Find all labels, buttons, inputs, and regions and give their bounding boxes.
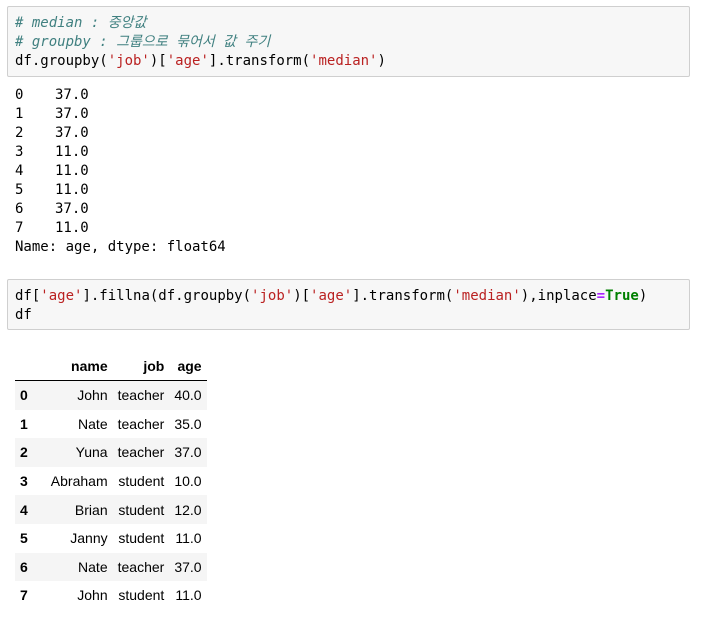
string-token: 'median' (310, 53, 378, 69)
code-token: df[ (15, 288, 41, 304)
row-index: 5 (20, 530, 28, 547)
series-value: 37.0 (55, 106, 89, 122)
code-token: ].transform( (352, 288, 454, 304)
code-line-df: df (15, 307, 32, 323)
dataframe-table: name job age 0 John teacher 40.0 1 Nate teach… (15, 351, 207, 610)
cell-age: 11.0 (175, 587, 202, 604)
series-index: 6 (15, 201, 24, 217)
row-index: 7 (20, 587, 28, 604)
column-header-name: name (45, 351, 113, 381)
cell-age: 37.0 (174, 558, 202, 575)
series-index: 2 (15, 125, 24, 141)
series-row: 1 37.0 (15, 105, 89, 124)
cell-name: John (77, 587, 108, 604)
series-row: 6 37.0 (15, 200, 89, 219)
row-index: 6 (20, 558, 28, 575)
row-index: 2 (20, 444, 28, 461)
code-token: ) (377, 53, 386, 69)
cell-job: teacher (117, 444, 165, 461)
series-value: 11.0 (55, 144, 89, 160)
table-row: 0 John teacher 40.0 (15, 380, 207, 410)
table-row: 2 Yuna teacher 37.0 (15, 438, 207, 467)
series-value: 37.0 (55, 125, 89, 141)
series-row: 0 37.0 (15, 86, 89, 105)
code-token: ].fillna(df.groupby( (82, 288, 252, 304)
series-value: 11.0 (55, 163, 89, 179)
series-footer: Name: age, dtype: float64 (15, 239, 226, 255)
series-row: 5 11.0 (15, 181, 89, 200)
cell-job: student (118, 473, 165, 490)
series-row: 4 11.0 (15, 162, 89, 181)
cell-age: 40.0 (174, 387, 202, 404)
code-line-fillna: df['age'].fillna(df.groupby('job')['age'… (15, 287, 647, 306)
code-token: ),inplace (520, 288, 597, 304)
cell-age: 10.0 (174, 473, 202, 490)
row-index: 4 (20, 501, 28, 518)
code-cell-1[interactable]: # median : 중앙값 # groupby : 그룹으로 묶어서 값 주기… (7, 6, 690, 77)
cell-name: Nate (78, 415, 108, 432)
series-value: 11.0 (55, 220, 89, 236)
series-value: 11.0 (55, 182, 89, 198)
series-value: 37.0 (55, 87, 89, 103)
string-token: 'job' (251, 288, 294, 304)
series-index: 1 (15, 106, 24, 122)
code-token: df.groupby( (15, 53, 108, 69)
row-index: 0 (20, 387, 28, 404)
column-header-age: age (169, 351, 207, 381)
series-row: 2 37.0 (15, 124, 89, 143)
code-cell-2[interactable]: df['age'].fillna(df.groupby('job')['age'… (7, 279, 690, 330)
series-index: 0 (15, 87, 24, 103)
series-row: 3 11.0 (15, 143, 89, 162)
index-header (15, 351, 46, 381)
series-index: 5 (15, 182, 24, 198)
cell-name: Brian (74, 501, 108, 518)
code-token: )[ (149, 53, 167, 69)
cell-job: student (118, 501, 165, 518)
code-token: ].transform( (208, 53, 311, 69)
string-token: 'age' (40, 288, 83, 304)
string-token: 'job' (107, 53, 150, 69)
table-row: 5 Janny student 11.0 (15, 524, 207, 553)
cell-job: teacher (117, 558, 165, 575)
table-row: 7 John student 11.0 (15, 581, 207, 610)
table-row: 6 Nate teacher 37.0 (15, 552, 207, 582)
string-token: 'age' (166, 53, 209, 69)
string-token: 'median' (453, 288, 521, 304)
code-token: )[ (293, 288, 311, 304)
cell-name: John (77, 387, 108, 404)
table-row: 3 Abraham student 10.0 (15, 467, 207, 496)
cell-age: 35.0 (174, 415, 202, 432)
cell-job: teacher (117, 415, 165, 432)
series-row: 7 11.0 (15, 219, 89, 238)
cell-job: student (118, 587, 165, 604)
row-index: 3 (20, 473, 28, 490)
table-row: 4 Brian student 12.0 (15, 495, 207, 524)
cell-job: teacher (117, 387, 165, 404)
cell-name: Abraham (50, 473, 108, 490)
series-index: 3 (15, 144, 24, 160)
string-token: 'age' (310, 288, 353, 304)
keyword-token: True (605, 288, 639, 304)
series-value: 37.0 (55, 201, 89, 217)
operator-token: = (596, 288, 606, 304)
code-token: ) (638, 288, 648, 304)
code-line-groupby-transform: df.groupby('job')['age'].transform('medi… (15, 52, 386, 71)
cell-age: 12.0 (174, 501, 202, 518)
cell-name: Janny (70, 530, 108, 547)
column-header-job: job (112, 351, 170, 381)
table-header-row: name job age (15, 351, 207, 381)
series-index: 7 (15, 220, 24, 236)
cell-name: Nate (78, 558, 108, 575)
table-row: 1 Nate teacher 35.0 (15, 410, 207, 439)
cell-age: 37.0 (174, 444, 202, 461)
row-index: 1 (20, 415, 28, 432)
series-index: 4 (15, 163, 24, 179)
cell-name: Yuna (75, 444, 108, 461)
comment-line-median: # median : 중앙값 (15, 15, 147, 31)
cell-age: 11.0 (175, 530, 202, 547)
comment-line-groupby: # groupby : 그룹으로 묶어서 값 주기 (15, 34, 271, 50)
cell-job: student (118, 530, 165, 547)
